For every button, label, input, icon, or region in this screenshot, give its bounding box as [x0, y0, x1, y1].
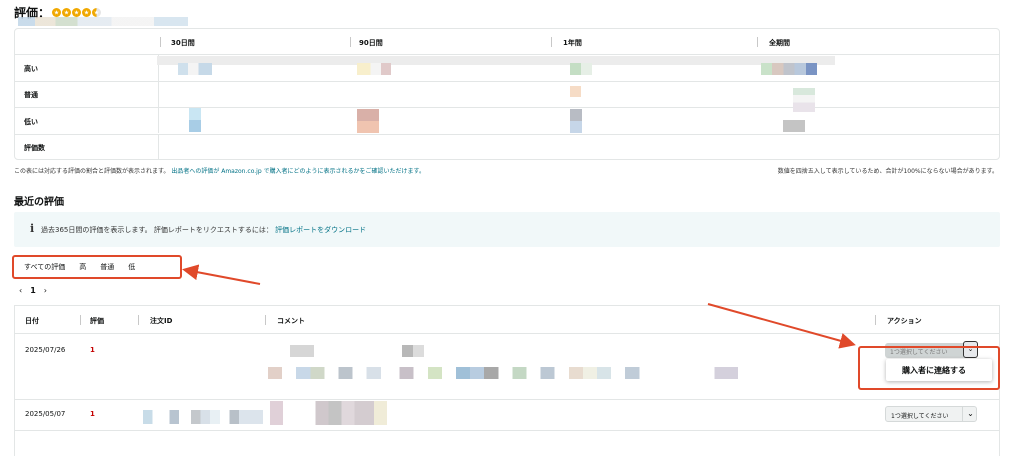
- summary-note-text: この表には対応する評価の割合と評価数が表示されます。: [14, 168, 170, 175]
- recent-feedback-title: 最近の評価: [14, 197, 64, 208]
- filter-positive[interactable]: 高: [79, 262, 86, 272]
- redacted-comment: [402, 345, 424, 357]
- pagination: ‹ 1 ›: [19, 286, 47, 295]
- filter-negative[interactable]: 低: [128, 262, 135, 272]
- redacted-comment: [290, 345, 314, 357]
- header-comment: コメント: [277, 317, 305, 325]
- info-banner: i 過去365日間の評価を表示します。 評価レポートをリクエストするには： 評価…: [14, 212, 1000, 247]
- pager-current-page[interactable]: 1: [30, 286, 36, 295]
- redacted-value: [783, 120, 805, 132]
- arrow-to-filters: [182, 264, 261, 285]
- summary-note: この表には対応する評価の割合と評価数が表示されます。 出品者への評価が Amaz…: [14, 166, 425, 175]
- column-divider: [160, 37, 161, 47]
- column-divider: [757, 37, 758, 47]
- star-icon: [62, 8, 72, 17]
- star-icon: [82, 8, 92, 17]
- row-divider: [15, 107, 999, 108]
- redacted-value: [178, 63, 212, 75]
- star-icon: [52, 8, 62, 17]
- filter-neutral[interactable]: 普通: [100, 262, 114, 272]
- redacted-comment: [270, 401, 400, 425]
- annotation-highlight-action: [858, 346, 1000, 390]
- header-rating: 評価: [90, 317, 104, 325]
- rating-filter-tabs: すべての評価 高 普通 低: [12, 255, 182, 279]
- half-star-icon: [92, 8, 102, 17]
- download-report-link[interactable]: 評価レポートをダウンロード: [275, 226, 366, 234]
- row-count: 評価数: [24, 144, 45, 152]
- redacted-value: [793, 88, 815, 112]
- header-action: アクション: [887, 317, 922, 325]
- filter-all[interactable]: すべての評価: [24, 262, 65, 272]
- header-date: 日付: [25, 317, 39, 325]
- pager-next-icon[interactable]: ›: [44, 286, 47, 295]
- table-row-divider: [15, 430, 999, 431]
- row-2-date: 2025/05/07: [25, 410, 66, 418]
- info-text: 過去365日間の評価を表示します。 評価レポートをリクエストするには： 評価レポ…: [41, 225, 366, 235]
- rating-summary-table: 30日間 90日間 1年間 全期間 高い 普通 低い 評価数: [14, 28, 1000, 160]
- row-2-rating: 1: [90, 410, 95, 418]
- header-divider: [265, 315, 266, 325]
- summary-note-link[interactable]: 出品者への評価が Amazon.co.jp で購入者にどのように表示されるかをご…: [171, 168, 425, 175]
- column-1-year: 1年間: [563, 39, 582, 47]
- chevron-down-icon[interactable]: ⌄: [962, 406, 978, 422]
- label-divider: [158, 81, 159, 107]
- feedback-table: 日付 評価 注文ID コメント アクション 2025/07/26 1 2025/…: [14, 305, 1000, 456]
- column-all-time: 全期間: [769, 39, 790, 47]
- redacted-band: [157, 56, 835, 65]
- redacted-value: [570, 109, 582, 133]
- row-1-rating: 1: [90, 346, 95, 354]
- header-divider: [80, 315, 81, 325]
- header-divider: [875, 315, 876, 325]
- redacted-value: [357, 63, 391, 75]
- label-divider: [158, 107, 159, 133]
- info-icon: i: [30, 222, 35, 235]
- star-rating: [52, 8, 102, 17]
- header-divider: [138, 315, 139, 325]
- row-divider: [15, 81, 999, 82]
- redacted-order-id: [143, 410, 263, 424]
- label-divider: [158, 134, 159, 159]
- rounding-note: 数値を四捨五入して表示しているため、合計が100%にならない場合があります。: [777, 168, 998, 175]
- row-1-date: 2025/07/26: [25, 346, 66, 354]
- redacted-value: [357, 109, 379, 133]
- star-icon: [72, 8, 82, 17]
- summary-header: 30日間 90日間 1年間 全期間: [15, 29, 999, 55]
- redacted-value: [189, 108, 201, 132]
- column-divider: [551, 37, 552, 47]
- row-neutral: 普通: [24, 91, 38, 99]
- table-header: 日付 評価 注文ID コメント アクション: [15, 306, 999, 334]
- redacted-value: [570, 86, 581, 97]
- info-message: 過去365日間の評価を表示します。 評価レポートをリクエストするには：: [41, 226, 273, 234]
- pager-prev-icon[interactable]: ‹: [19, 286, 22, 295]
- redacted-seller-name: [18, 17, 188, 26]
- column-90-days: 90日間: [359, 39, 383, 47]
- header-order-id: 注文ID: [150, 317, 173, 325]
- column-divider: [350, 37, 351, 47]
- redacted-comment: [268, 367, 738, 379]
- row-negative: 低い: [24, 118, 38, 126]
- column-30-days: 30日間: [171, 39, 195, 47]
- redacted-value: [570, 63, 592, 75]
- row-positive: 高い: [24, 65, 38, 73]
- row-divider: [15, 134, 999, 135]
- redacted-value: [761, 63, 817, 75]
- table-row-divider: [15, 399, 999, 400]
